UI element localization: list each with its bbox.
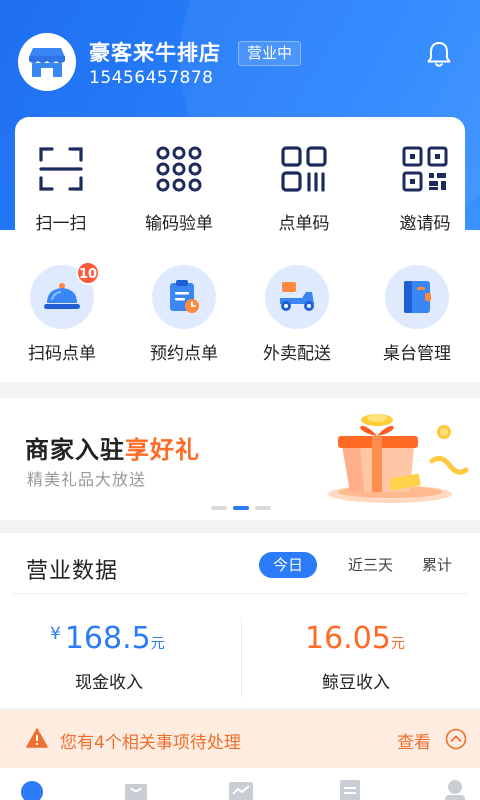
service-label: 外卖配送 [263, 344, 331, 364]
service-label: 预约点单 [150, 344, 218, 364]
business-data-section: 营业数据 今日 近三天 累计 ¥168.5元 现金收入 16.05元 鲸豆收入 [0, 533, 480, 708]
document-tab-icon[interactable] [337, 778, 363, 800]
tab-last-three-days[interactable]: 近三天 [348, 552, 393, 578]
tab-cumulative[interactable]: 累计 [422, 552, 452, 578]
banner-title-prefix: 商家入驻 [25, 436, 125, 464]
bottom-tab-bar [0, 768, 480, 800]
banner-title-highlight: 享好礼 [125, 436, 200, 464]
tool-code-verify[interactable]: 输码验单 [124, 145, 234, 234]
notice-text: 您有4个相关事项待处理 [60, 733, 241, 753]
home-tab-icon[interactable] [19, 778, 45, 800]
store-avatar[interactable] [18, 33, 76, 91]
carousel-dot[interactable] [255, 506, 271, 510]
section-title: 营业数据 [26, 559, 119, 584]
view-button[interactable]: 查看 [397, 728, 431, 753]
amount-unit: 元 [150, 636, 165, 652]
bell-icon[interactable] [426, 40, 452, 68]
profile-tab-icon[interactable] [442, 778, 468, 800]
chevron-up-circle-icon[interactable] [445, 728, 467, 750]
bean-income-label: 鲸豆收入 [322, 673, 390, 693]
banner-subtitle: 精美礼品大放送 [27, 470, 147, 489]
code-verify-icon [156, 146, 202, 192]
divider [241, 618, 242, 698]
pending-tasks-notice[interactable]: 您有4个相关事项待处理 查看 [0, 710, 480, 768]
promo-banner[interactable]: 商家入驻享好礼 精美礼品大放送 [0, 398, 480, 520]
banner-title: 商家入驻享好礼 [25, 430, 200, 465]
service-reserve-order[interactable]: 预约点单 [124, 265, 244, 364]
food-cloche-icon [44, 283, 80, 309]
service-label: 扫码点单 [28, 344, 96, 364]
service-label: 桌台管理 [383, 344, 451, 364]
amount-unit: 元 [390, 636, 405, 652]
service-table-management[interactable]: 桌台管理 [357, 265, 477, 364]
qr-code-icon [402, 146, 448, 192]
service-delivery[interactable]: 外卖配送 [237, 265, 357, 364]
tool-label: 扫一扫 [35, 214, 87, 234]
service-scan-order[interactable]: 10 扫码点单 [2, 261, 122, 364]
warning-icon [26, 728, 48, 748]
table-book-icon [404, 281, 431, 313]
carousel-dot-active[interactable] [233, 506, 249, 510]
currency-symbol: ¥ [50, 624, 61, 644]
store-name: 豪客来牛排店 [89, 41, 221, 65]
gift-box-illustration [328, 414, 469, 503]
tool-label: 点单码 [278, 214, 330, 234]
scan-icon [39, 147, 83, 191]
carousel-indicator [211, 506, 271, 510]
bean-income-amount: 16.05元 [305, 621, 405, 656]
cash-income-label: 现金收入 [75, 673, 143, 693]
store-phone: 15456457878 [89, 68, 214, 88]
tool-label: 输码验单 [145, 214, 213, 234]
tool-label: 邀请码 [399, 214, 451, 234]
divider [12, 593, 468, 594]
tab-today[interactable]: 今日 [259, 552, 318, 578]
tool-order-code[interactable]: 点单码 [249, 145, 359, 234]
tool-invite-code[interactable]: 邀请码 [370, 145, 480, 234]
carousel-dot[interactable] [211, 506, 227, 510]
tool-scan[interactable]: 扫一扫 [6, 145, 116, 234]
shopping-bag-tab-icon[interactable] [123, 778, 149, 800]
delivery-scooter-icon [280, 282, 314, 311]
business-status-badge: 营业中 [238, 41, 302, 66]
unread-count-badge: 10 [76, 261, 100, 285]
bean-income-value: 16.05 [305, 621, 391, 656]
order-code-icon [281, 146, 327, 192]
cash-income-value: 168.5 [64, 621, 151, 656]
cash-income-amount: ¥168.5元 [50, 621, 165, 656]
clipboard-clock-icon [170, 280, 199, 313]
store-icon [29, 48, 65, 77]
chart-tab-icon[interactable] [228, 778, 254, 800]
